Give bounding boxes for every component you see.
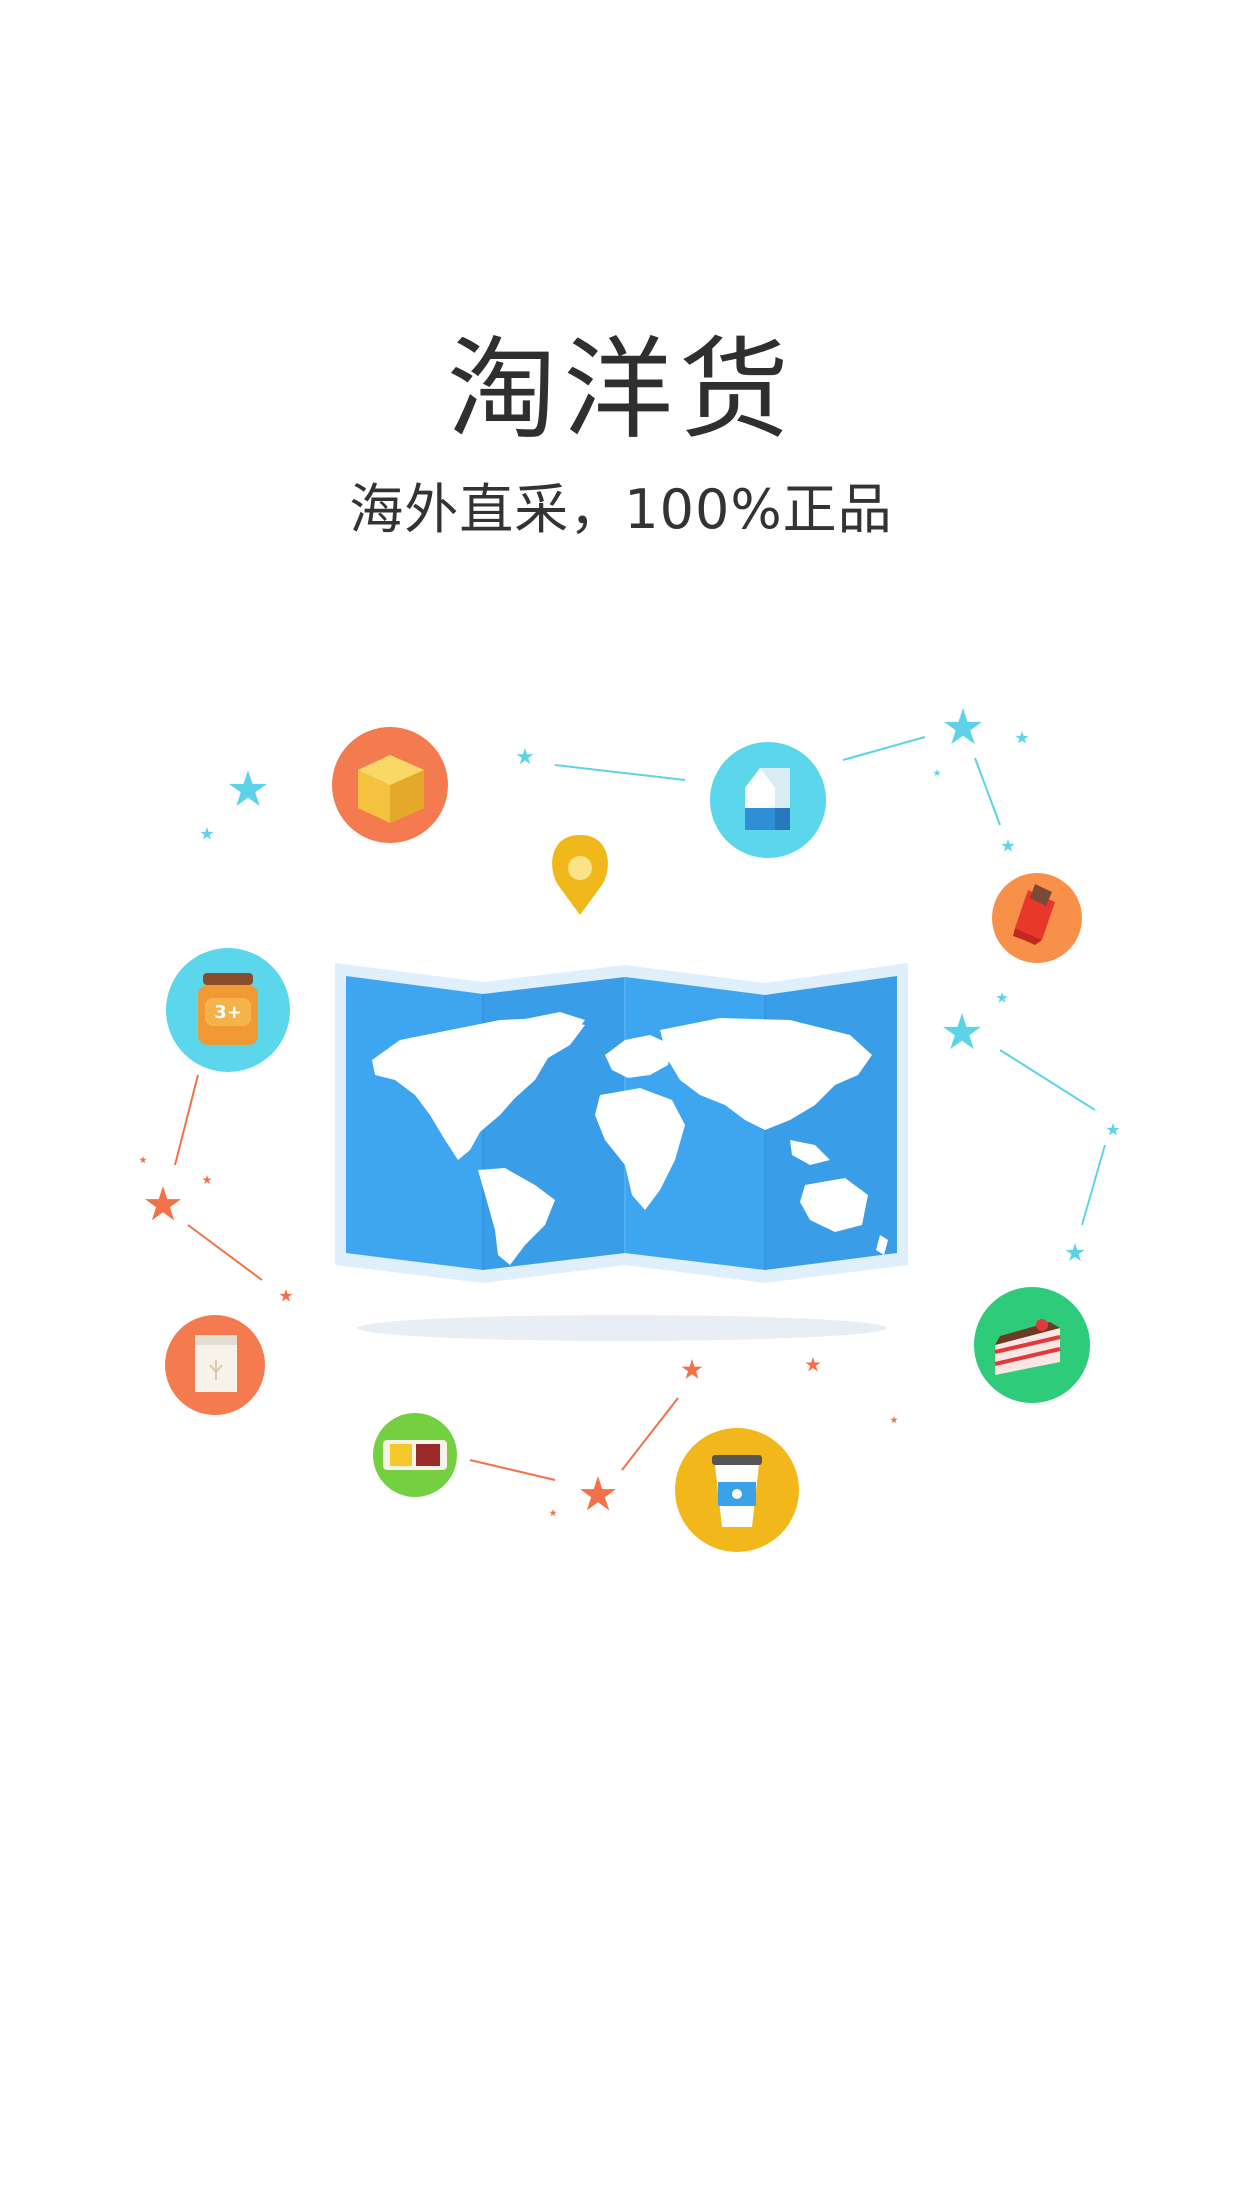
star-icon (202, 1175, 212, 1185)
coffee-cup-icon (675, 1428, 799, 1552)
star-icon (200, 827, 214, 840)
map-shadow (357, 1315, 887, 1341)
star-icon (943, 708, 983, 745)
svg-text:3+: 3+ (214, 1002, 242, 1023)
star-icon (1065, 1243, 1085, 1262)
world-map-icon (335, 963, 908, 1283)
star-icon (139, 1156, 147, 1164)
cake-icon (974, 1287, 1090, 1403)
star-icon (890, 1416, 898, 1424)
star-icon (1001, 839, 1015, 852)
star-icon (942, 1013, 982, 1050)
star-icon (516, 748, 534, 765)
star-icon (579, 1476, 617, 1511)
star-icon (933, 769, 941, 777)
chocolate-icon (992, 873, 1082, 963)
star-icon (1106, 1123, 1120, 1136)
location-pin-icon (552, 835, 608, 915)
illustration: 3+ (139, 708, 1120, 1552)
star-icon (805, 1357, 821, 1372)
star-icon (228, 770, 268, 807)
milk-carton-icon (710, 742, 826, 858)
star-icon (144, 1186, 182, 1221)
star-icon (1015, 731, 1029, 744)
snack-icon (373, 1413, 457, 1497)
star-icon (681, 1359, 703, 1379)
jar-icon: 3+ (166, 948, 290, 1072)
star-icon (996, 992, 1008, 1003)
star-icon (549, 1509, 557, 1517)
milk-powder-bag-icon (165, 1315, 265, 1415)
star-icon (279, 1289, 293, 1302)
box-icon (332, 727, 448, 843)
